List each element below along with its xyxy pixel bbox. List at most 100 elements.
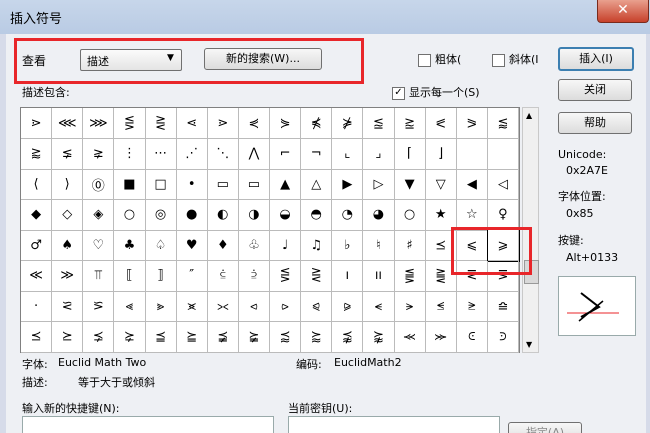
symbol-cell[interactable]: ☆ xyxy=(456,199,488,231)
symbol-cell[interactable]: ○ xyxy=(114,199,146,231)
symbol-cell[interactable]: ⪝ xyxy=(52,291,84,322)
symbol-cell[interactable]: ⪍ xyxy=(363,108,395,139)
symbol-cell[interactable]: ◐ xyxy=(207,199,239,231)
symbol-cell[interactable]: ⪯ xyxy=(21,321,53,353)
symbol-cell[interactable]: ⪲ xyxy=(114,321,146,353)
symbol-cell[interactable]: ○ xyxy=(394,199,426,231)
symbol-cell[interactable]: ⪥ xyxy=(207,291,239,322)
symbol-cell[interactable]: ♯ xyxy=(394,230,426,261)
close-window-button[interactable]: ✕ xyxy=(597,0,649,23)
new-search-button[interactable]: 新的搜索(W)... xyxy=(204,48,322,70)
symbol-cell[interactable]: ıı xyxy=(363,260,395,292)
help-button[interactable]: 帮助 xyxy=(558,112,632,134)
bold-checkbox[interactable]: 粗体( xyxy=(418,51,461,67)
symbol-cell[interactable]: ″ xyxy=(176,260,208,292)
symbol-cell[interactable]: ⪞ xyxy=(83,291,115,322)
symbol-cell[interactable]: ⪱ xyxy=(83,321,115,353)
view-select[interactable]: 描述 ▼ xyxy=(80,49,182,71)
symbol-cell[interactable]: ♂ xyxy=(21,230,53,261)
symbol-cell[interactable]: ◓ xyxy=(301,199,333,231)
show-each-checkbox[interactable]: ✓ 显示每一个(S) xyxy=(392,84,480,100)
symbol-cell[interactable]: ⋟ xyxy=(270,108,302,139)
symbol-cell[interactable]: ♧ xyxy=(238,230,270,261)
symbol-cell[interactable] xyxy=(456,138,488,170)
symbol-cell[interactable]: ¬ xyxy=(301,138,333,170)
symbol-cell[interactable]: ⪆ xyxy=(21,138,53,170)
symbol-cell[interactable]: ⪵ xyxy=(207,321,239,353)
symbol-cell[interactable]: ⪅ xyxy=(487,108,519,139)
symbol-cell[interactable]: ı xyxy=(332,260,364,292)
symbol-cell[interactable]: ⋱ xyxy=(207,138,239,170)
symbol-cell[interactable]: ♦ xyxy=(207,230,239,261)
symbol-cell[interactable]: ⪨ xyxy=(301,291,333,322)
new-shortcut-input[interactable] xyxy=(22,416,274,433)
symbol-cell[interactable]: ⟨ xyxy=(21,169,53,200)
symbol-cell[interactable]: ⪳ xyxy=(145,321,177,353)
symbol-cell[interactable]: ⓪ xyxy=(83,169,115,200)
symbol-cell[interactable]: ▶ xyxy=(332,169,364,200)
symbol-cell[interactable]: ● xyxy=(176,199,208,231)
symbol-cell[interactable]: · xyxy=(21,291,53,322)
symbol-cell[interactable]: ♥ xyxy=(176,230,208,261)
symbol-cell[interactable]: ⪭ xyxy=(456,291,488,322)
symbol-cell[interactable]: ⪰ xyxy=(52,321,84,353)
italic-checkbox[interactable]: 斜体(I xyxy=(492,51,539,67)
assign-button[interactable]: 指定(A) xyxy=(508,422,582,433)
symbol-cell[interactable]: ⋛ xyxy=(301,260,333,292)
symbol-cell[interactable]: ⌐ xyxy=(270,138,302,170)
symbol-cell[interactable]: ⪺ xyxy=(363,321,395,353)
symbol-cell[interactable]: ⋮ xyxy=(114,138,146,170)
symbol-cell[interactable]: ◁ xyxy=(487,169,519,200)
symbol-cell[interactable]: ⪖ xyxy=(456,108,488,139)
symbol-cell[interactable]: ♭ xyxy=(332,230,364,261)
symbol-cell[interactable]: ⪧ xyxy=(270,291,302,322)
symbol-cell[interactable]: ♫ xyxy=(301,230,333,261)
symbol-cell[interactable]: ⌈ xyxy=(394,138,426,170)
symbol-cell[interactable]: ⋰ xyxy=(176,138,208,170)
symbol-cell[interactable]: ⌞ xyxy=(332,138,364,170)
symbol-cell[interactable]: ⋗ xyxy=(207,108,239,139)
symbol-cell[interactable]: ⪶ xyxy=(238,321,270,353)
symbol-cell[interactable]: ⪽ xyxy=(456,321,488,353)
symbol-cell[interactable]: ⪬ xyxy=(425,291,457,322)
symbol-cell[interactable]: ⌟ xyxy=(363,138,395,170)
close-button[interactable]: 关闭 xyxy=(558,79,632,101)
symbol-cell[interactable]: ⪈ xyxy=(83,138,115,170)
symbol-cell[interactable]: ◔ xyxy=(332,199,364,231)
symbol-cell[interactable]: ◒ xyxy=(270,199,302,231)
symbol-cell[interactable]: ▲ xyxy=(270,169,302,200)
symbol-cell[interactable]: ⪮ xyxy=(487,291,519,322)
symbol-cell[interactable]: ⟩ xyxy=(52,169,84,200)
symbol-cell[interactable]: ◈ xyxy=(83,199,115,231)
symbol-cell[interactable]: ⪹ xyxy=(332,321,364,353)
symbol-cell[interactable]: ▽ xyxy=(425,169,457,200)
symbol-cell[interactable]: ⪩ xyxy=(332,291,364,322)
italic-checkbox-box[interactable] xyxy=(492,53,505,67)
symbol-cell[interactable]: ⫪ xyxy=(83,260,115,292)
symbol-cell[interactable]: ⋞ xyxy=(238,108,270,139)
symbol-cell[interactable]: ◕ xyxy=(363,199,395,231)
symbol-cell[interactable] xyxy=(487,138,519,170)
symbol-cell[interactable]: ⪪ xyxy=(363,291,395,322)
symbol-cell[interactable]: ♤ xyxy=(145,230,177,261)
symbol-cell[interactable]: △ xyxy=(301,169,333,200)
scroll-down-arrow[interactable]: ▼ xyxy=(526,340,532,349)
symbol-cell[interactable]: ★ xyxy=(425,199,457,231)
symbol-cell[interactable]: ⪸ xyxy=(301,321,333,353)
symbol-cell[interactable]: ◇ xyxy=(52,199,84,231)
symbol-cell[interactable]: ⫃ xyxy=(207,260,239,292)
symbol-cell[interactable]: ▷ xyxy=(363,169,395,200)
symbol-cell[interactable]: ♩ xyxy=(270,230,302,261)
current-key-input[interactable] xyxy=(288,416,500,433)
symbol-cell[interactable]: □ xyxy=(145,169,177,200)
symbol-cell[interactable]: ⋘ xyxy=(52,108,84,139)
symbol-cell[interactable]: ⪕ xyxy=(425,108,457,139)
symbol-cell[interactable]: ⪦ xyxy=(238,291,270,322)
symbol-cell[interactable]: ≫ xyxy=(52,260,84,292)
symbol-cell[interactable]: ◑ xyxy=(238,199,270,231)
symbol-cell[interactable]: ⫄ xyxy=(238,260,270,292)
symbol-cell[interactable]: ≪ xyxy=(21,260,53,292)
symbol-cell[interactable]: ▼ xyxy=(394,169,426,200)
symbol-cell[interactable]: ◆ xyxy=(21,199,53,231)
symbol-cell[interactable]: ♮ xyxy=(363,230,395,261)
